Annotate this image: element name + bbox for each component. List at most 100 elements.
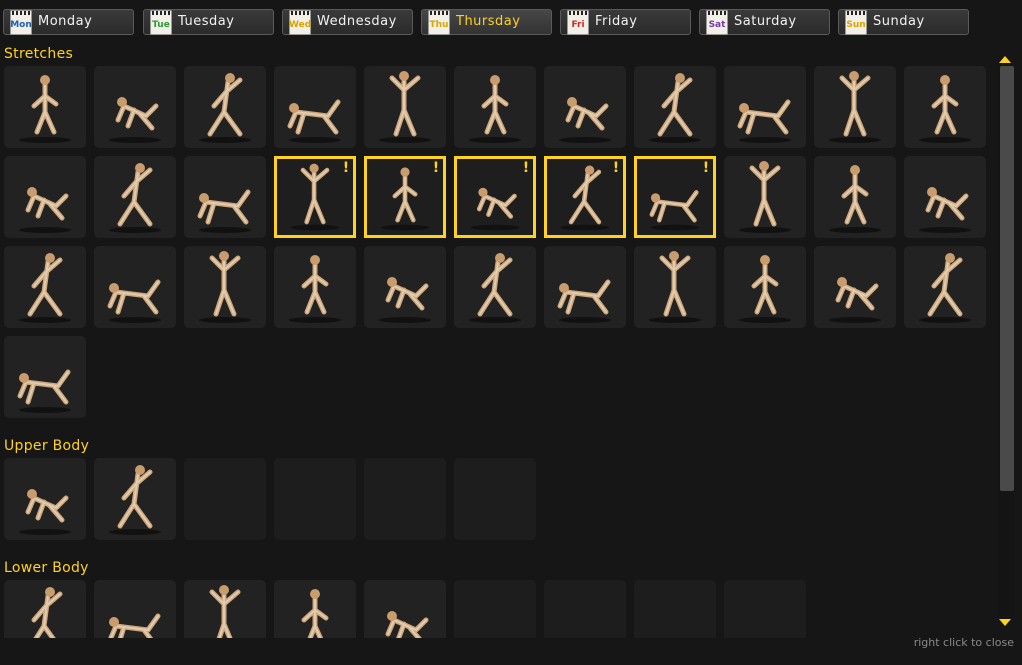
exercise-tile[interactable] [904,246,986,328]
exercise-tile[interactable] [364,580,446,638]
exercise-tile[interactable] [4,458,86,540]
exercise-figure-icon [919,187,971,233]
exercise-figure-icon [31,587,63,638]
exercise-tile[interactable] [4,580,86,638]
tab-wednesday[interactable]: Wed Wednesday [282,9,413,35]
exercise-tile[interactable]: ! [274,156,356,238]
exercise-tile[interactable] [814,156,896,238]
exercise-figure-icon [469,75,521,143]
calendar-icon: Sat [706,10,728,35]
exercise-tile[interactable] [364,246,446,328]
exercise-figure-icon [17,369,71,413]
exercise-tile[interactable]: ! [544,156,626,238]
calendar-icon: Wed [289,10,311,35]
section-title-lower-body: Lower Body [4,560,89,576]
exercise-tile[interactable] [94,458,176,540]
exercise-figure-icon [199,251,251,323]
exercise-figure-icon [19,187,71,233]
tab-tuesday[interactable]: Tue Tuesday [143,9,274,35]
exercise-tile[interactable] [4,246,86,328]
tab-label: Tuesday [178,14,235,29]
exercise-figure-icon [379,277,431,323]
tab-label: Wednesday [317,14,397,29]
empty-slot [544,580,626,638]
exercise-tile[interactable]: ! [364,156,446,238]
calendar-icon: Mon [10,10,32,35]
calendar-icon: Fri [567,10,589,35]
exercise-tile[interactable] [634,246,716,328]
exercise-tile[interactable] [724,246,806,328]
exercise-tile[interactable] [364,66,446,148]
tab-label: Thursday [456,14,521,29]
exercise-tile[interactable] [94,156,176,238]
exercise-tile[interactable] [4,66,86,148]
exercise-tile[interactable] [904,66,986,148]
calendar-icon: Tue [150,10,172,35]
exercise-figure-icon [379,71,431,143]
tab-friday[interactable]: Fri Friday [560,9,691,35]
tab-monday[interactable]: Mon Monday [3,9,134,35]
scrollbar[interactable] [996,56,1016,628]
exercise-tile[interactable] [184,580,266,638]
exercise-figure-icon [209,585,241,638]
scroll-track[interactable] [998,66,1014,616]
exercise-tile[interactable] [724,156,806,238]
exclamation-icon: ! [702,160,710,176]
exercise-tile[interactable] [94,246,176,328]
calendar-icon: Thu [428,10,450,35]
exercise-tile[interactable] [454,246,536,328]
exercise-figure-icon [287,99,341,143]
tab-label: Sunday [873,14,925,29]
empty-slot [184,458,266,540]
empty-slot [364,458,446,540]
exercise-list: Stretches!!!!! Upper Body Lower Body [0,38,996,638]
exercise-figure-icon [109,163,161,233]
exercise-figure-icon [559,97,611,143]
exercise-figure-icon [107,279,161,323]
exclamation-icon: ! [342,160,350,176]
exercise-tile[interactable]: ! [454,156,536,238]
exercise-figure-icon [108,613,161,638]
scroll-up-arrow-icon[interactable] [999,56,1011,63]
exercise-figure-icon [739,161,791,233]
exercise-tile[interactable] [724,66,806,148]
exercise-tile[interactable] [544,246,626,328]
empty-slot [634,580,716,638]
exercise-tile[interactable] [94,580,176,638]
exercise-tile[interactable] [184,156,266,238]
exercise-tile[interactable] [274,580,356,638]
empty-slot [274,458,356,540]
exclamation-icon: ! [522,160,530,176]
exercise-tile[interactable] [184,66,266,148]
exercise-tile[interactable] [274,66,356,148]
scroll-down-arrow-icon[interactable] [999,619,1011,626]
exercise-selector-window: Mon Monday Tue Tuesday Wed Wednesday Thu Thursd… [0,0,1022,665]
tab-sunday[interactable]: Sun Sunday [838,9,969,35]
exercise-tile[interactable] [904,156,986,238]
exercise-tile[interactable] [454,66,536,148]
scroll-thumb[interactable] [1000,66,1014,491]
exercise-tile[interactable] [4,156,86,238]
exercise-tile[interactable] [274,246,356,328]
exclamation-icon: ! [612,160,620,176]
tab-saturday[interactable]: Sat Saturday [699,9,830,35]
exercise-tile[interactable] [634,66,716,148]
exercise-tile[interactable]: ! [634,156,716,238]
exercise-figure-icon [919,75,971,143]
exercise-tile[interactable] [544,66,626,148]
tab-thursday[interactable]: Thu Thursday [421,9,552,35]
exercise-tile[interactable] [814,246,896,328]
exercise-figure-icon [197,189,251,233]
exercise-figure-icon [289,255,341,323]
empty-slot [724,580,806,638]
exercise-figure-icon [649,73,701,143]
exercise-tile[interactable] [4,336,86,418]
exercise-figure-icon [19,489,71,535]
exercise-tile[interactable] [814,66,896,148]
exercise-tile[interactable] [184,246,266,328]
exercise-figure-icon [109,465,161,535]
empty-slot [454,458,536,540]
exercise-tile[interactable] [94,66,176,148]
exercise-figure-icon [469,253,521,323]
exercise-figure-icon [829,165,881,233]
